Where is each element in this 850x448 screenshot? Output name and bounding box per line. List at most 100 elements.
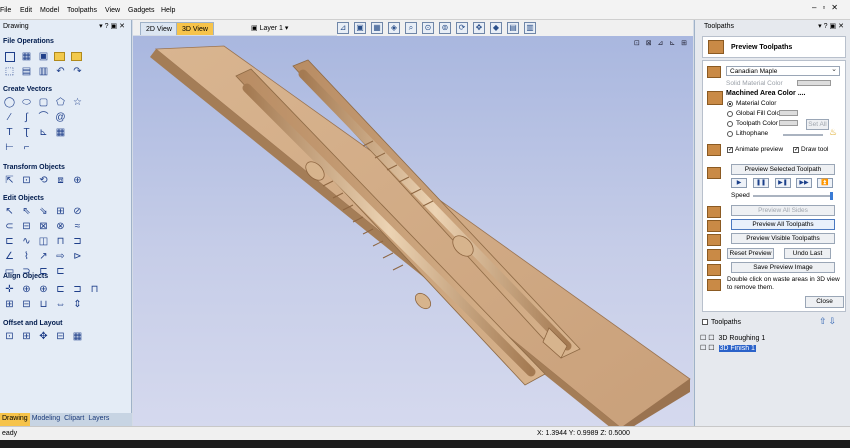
pause-icon[interactable]: ❚❚ xyxy=(753,178,769,188)
grid-toggle-icon[interactable]: ▦ xyxy=(371,22,383,34)
speed-slider[interactable] xyxy=(753,195,833,197)
curve-fit-icon[interactable]: ∿ xyxy=(20,235,33,248)
panel-pin-icons[interactable]: ▾?▣✕ xyxy=(99,22,127,30)
preview-all-toolpaths-button[interactable]: Preview All Toolpaths xyxy=(731,219,835,230)
corner-icon[interactable]: ⌐ xyxy=(20,141,33,154)
table-icon[interactable]: ▦ xyxy=(54,126,67,139)
distribute-h-icon[interactable]: ⊞ xyxy=(3,298,16,311)
trim-icon[interactable]: ⊘ xyxy=(71,205,84,218)
spiral-icon[interactable]: @ xyxy=(54,111,67,124)
layer-dropdown[interactable]: ▣ Layer 1 ▾ xyxy=(251,24,288,32)
material-icon[interactable]: ◆ xyxy=(490,22,502,34)
offset-icon[interactable]: ◫ xyxy=(37,235,50,248)
polygon-icon[interactable]: ⬠ xyxy=(54,96,67,109)
distribute-v-icon[interactable]: ⊟ xyxy=(20,298,33,311)
text-icon[interactable]: T xyxy=(3,126,16,139)
space-v-icon[interactable]: ⇕ xyxy=(71,298,84,311)
toolpath-item-selected[interactable]: ☐☐ 3D Finish 1 xyxy=(700,344,756,352)
lithophane-slider[interactable] xyxy=(783,134,823,136)
save-preview-image-button[interactable]: Save Preview Image xyxy=(731,262,835,273)
align-hcenter-icon[interactable]: ⊕ xyxy=(20,283,33,296)
toolbar-icon-2[interactable]: ▣ xyxy=(354,22,366,34)
toolpath-color-swatch[interactable] xyxy=(779,120,798,126)
rotate-view-icon[interactable]: ⟳ xyxy=(456,22,468,34)
toolpath-checkboxes-icon[interactable]: ☐☐ xyxy=(700,335,717,342)
play-icon[interactable]: ▶ xyxy=(731,178,747,188)
select-icon[interactable]: ↖ xyxy=(3,205,16,218)
redo-icon[interactable]: ↷ xyxy=(71,65,84,78)
center-icon[interactable]: ⊕ xyxy=(71,174,84,187)
select-area-icon[interactable]: ⬚ xyxy=(3,65,16,78)
node-icon[interactable]: ⊏ xyxy=(54,265,67,278)
draw-tool-checkbox[interactable]: ✓ xyxy=(793,147,799,153)
arrow-icon[interactable]: ⇨ xyxy=(54,250,67,263)
tab-clipart[interactable]: Clipart xyxy=(62,413,86,426)
menu-view[interactable]: View xyxy=(105,7,120,14)
panel-pin-icons[interactable]: ▾?▣✕ xyxy=(818,22,846,30)
shading-icon[interactable]: ▤ xyxy=(507,22,519,34)
close-vector-icon[interactable]: ⊏ xyxy=(3,235,16,248)
reset-preview-button[interactable]: Reset Preview xyxy=(727,248,774,259)
align-right-icon[interactable]: ⊐ xyxy=(71,283,84,296)
preview-visible-button[interactable]: Preview Visible Toolpaths xyxy=(731,233,835,244)
toolpath-checkboxes-icon[interactable]: ☐☐ xyxy=(700,345,717,352)
preview-selected-button[interactable]: Preview Selected Toolpath xyxy=(731,164,835,175)
zoom-fit-icon[interactable]: ⊙ xyxy=(422,22,434,34)
tab-3d-view[interactable]: 3D View xyxy=(176,22,214,35)
align-top-icon[interactable]: ⊓ xyxy=(88,283,101,296)
text-on-curve-icon[interactable]: Ʈ xyxy=(20,126,33,139)
solid-color-swatch[interactable] xyxy=(797,80,831,86)
step-icon[interactable]: ▶❚ xyxy=(775,178,791,188)
print-icon[interactable]: ▥ xyxy=(37,65,50,78)
toolbar-icon-12[interactable]: ▥ xyxy=(524,22,536,34)
align-left-icon[interactable]: ⊏ xyxy=(54,283,67,296)
pan-icon[interactable]: ✥ xyxy=(473,22,485,34)
menu-toolpaths[interactable]: Toolpaths xyxy=(67,7,97,14)
offset-layout-icon[interactable]: ⊡ xyxy=(3,330,16,343)
zoom-icon[interactable]: ⌕ xyxy=(405,22,417,34)
intersect-icon[interactable]: ⊠ xyxy=(37,220,50,233)
rectangle-icon[interactable]: ▢ xyxy=(37,96,50,109)
angle-icon[interactable]: ∠ xyxy=(3,250,16,263)
toolbar-icon-4[interactable]: ◈ xyxy=(388,22,400,34)
join-icon[interactable]: ⊗ xyxy=(54,220,67,233)
extend-icon[interactable]: ⊐ xyxy=(71,235,84,248)
lightbulb-icon[interactable]: ♨ xyxy=(829,127,837,138)
undo-last-button[interactable]: Undo Last xyxy=(784,248,831,259)
tab-2d-view[interactable]: 2D View xyxy=(140,22,178,35)
speed-slider-knob[interactable] xyxy=(830,192,833,200)
menu-help[interactable]: Help xyxy=(161,7,175,14)
radio-global-fill[interactable] xyxy=(727,111,733,117)
global-fill-swatch[interactable] xyxy=(779,110,798,116)
export-icon[interactable]: ▤ xyxy=(20,65,33,78)
scale-icon[interactable]: ⊡ xyxy=(20,174,33,187)
close-button[interactable]: Close xyxy=(805,296,844,308)
save-icon[interactable]: ▣ xyxy=(37,50,50,63)
curve-icon[interactable]: ∫ xyxy=(20,111,33,124)
mirror-icon[interactable]: ⧈ xyxy=(54,174,67,187)
open-folder-icon[interactable] xyxy=(54,52,65,61)
tab-modeling[interactable]: Modeling xyxy=(30,413,62,426)
radio-material-color[interactable] xyxy=(727,101,733,107)
space-h-icon[interactable]: ⇔ xyxy=(54,298,67,311)
material-select[interactable]: Canadian Maple xyxy=(726,65,840,76)
animate-checkbox[interactable]: ✓ xyxy=(727,147,733,153)
circular-array-icon[interactable]: ✥ xyxy=(37,330,50,343)
circle-icon[interactable]: ◯ xyxy=(3,96,16,109)
align-bottom-icon[interactable]: ⊔ xyxy=(37,298,50,311)
fit-icon[interactable]: ▦ xyxy=(71,330,84,343)
interactive-icon[interactable]: ⊞ xyxy=(54,205,67,218)
fillet-edit-icon[interactable]: ⊓ xyxy=(54,235,67,248)
rotate-icon[interactable]: ⟲ xyxy=(37,174,50,187)
node-edit-icon[interactable]: ⇖ xyxy=(20,205,33,218)
move-icon[interactable]: ⇱ xyxy=(3,174,16,187)
set-all-button[interactable]: Set All xyxy=(806,119,829,130)
align-center-icon[interactable]: ✛ xyxy=(3,283,16,296)
ellipse-icon[interactable]: ⬭ xyxy=(20,96,33,109)
grid-icon[interactable]: ▦ xyxy=(20,50,33,63)
3d-viewport[interactable]: ⊡ ⊠ ⊿ ⊾ ⊞ xyxy=(133,36,693,426)
star-icon[interactable]: ☆ xyxy=(71,96,84,109)
arc-icon[interactable]: ⌒ xyxy=(37,111,50,124)
transform-select-icon[interactable]: ⇘ xyxy=(37,205,50,218)
tab-layers[interactable]: Layers xyxy=(86,413,111,426)
